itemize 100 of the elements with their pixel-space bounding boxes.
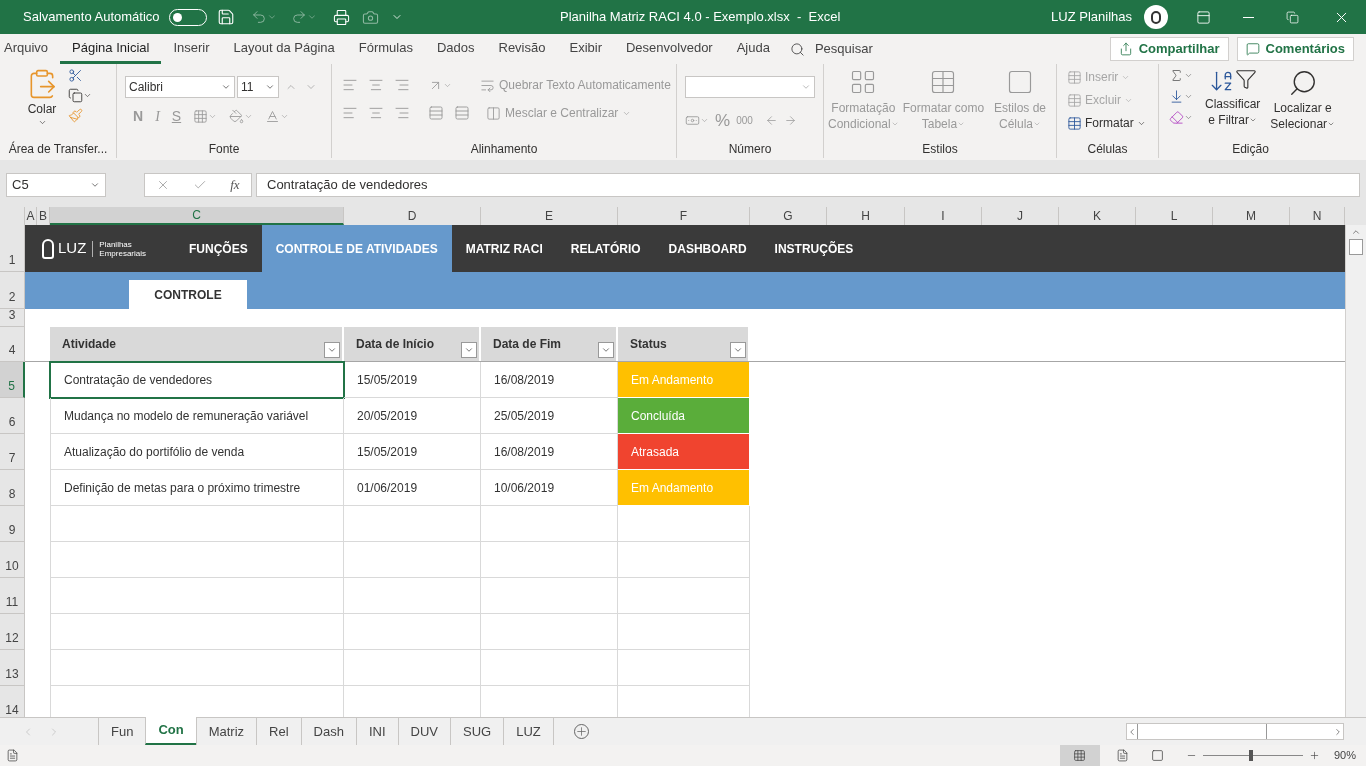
clear-button[interactable] bbox=[1169, 110, 1193, 125]
menu-tab[interactable]: Revisão bbox=[486, 34, 558, 64]
share-button[interactable]: Compartilhar bbox=[1109, 37, 1229, 61]
row-header[interactable]: 6 bbox=[0, 398, 25, 434]
row-header[interactable]: 8 bbox=[0, 470, 25, 506]
menu-tab[interactable]: Página Inicial bbox=[60, 34, 162, 64]
row-header[interactable]: 4 bbox=[0, 327, 25, 362]
increase-decimal-button[interactable] bbox=[764, 114, 778, 128]
filter-button[interactable] bbox=[730, 342, 746, 358]
comments-button[interactable]: Comentários bbox=[1236, 37, 1354, 61]
column-header[interactable]: C bbox=[50, 207, 344, 225]
nav-tab[interactable]: DASHBOARD bbox=[654, 225, 761, 272]
menu-tab[interactable]: Desenvolvedor bbox=[614, 34, 725, 64]
caret-icon bbox=[1249, 116, 1257, 124]
menu-tab[interactable]: Arquivo bbox=[0, 34, 61, 64]
zoom-in-button[interactable] bbox=[1308, 750, 1320, 761]
zoom-slider-track[interactable] bbox=[1202, 750, 1303, 761]
decrease-indent-button[interactable] bbox=[428, 105, 444, 121]
sheet-tab[interactable]: Con bbox=[145, 717, 196, 745]
sub-tab[interactable]: CONTROLE bbox=[129, 280, 247, 309]
copy-button[interactable] bbox=[68, 88, 92, 103]
row-header[interactable]: 5 bbox=[0, 362, 25, 398]
nav-tab[interactable]: INSTRUÇÕES bbox=[760, 225, 868, 272]
logo-text: LUZ bbox=[58, 238, 87, 259]
fill-color-button[interactable] bbox=[229, 109, 254, 124]
fill-button[interactable] bbox=[1169, 89, 1193, 104]
scrollbar-thumb[interactable] bbox=[1349, 239, 1363, 255]
row-header[interactable]: 1 bbox=[0, 225, 25, 272]
scrollbar-thumb[interactable] bbox=[1137, 724, 1267, 739]
insert-function-button[interactable]: fx bbox=[230, 174, 240, 195]
nav-tab[interactable]: RELATÓRIO bbox=[556, 225, 655, 272]
table-icon bbox=[1067, 92, 1082, 108]
menu-tab[interactable]: Ajuda bbox=[724, 34, 782, 64]
share-icon bbox=[1118, 42, 1133, 56]
menu-tab[interactable]: Layout da Página bbox=[221, 34, 347, 64]
vertical-scrollbar[interactable] bbox=[1345, 225, 1366, 717]
restore-button[interactable] bbox=[1284, 8, 1301, 26]
group-label: Alinhamento bbox=[470, 141, 538, 158]
borders-icon bbox=[193, 109, 209, 124]
caret-icon bbox=[801, 82, 811, 92]
search-button[interactable]: Pesquisar bbox=[789, 34, 873, 64]
macro-icon bbox=[6, 749, 19, 762]
cells-button[interactable]: Formatar bbox=[1067, 114, 1146, 132]
formula-input[interactable]: Contratação de vendedores bbox=[256, 172, 1360, 197]
row-header[interactable]: 14 bbox=[0, 686, 25, 717]
nav-tab[interactable]: FUNÇÕES bbox=[175, 225, 262, 272]
caret-icon bbox=[280, 112, 290, 121]
normal-view-button[interactable] bbox=[1059, 745, 1100, 766]
row-header[interactable]: 7 bbox=[0, 434, 25, 470]
row-header[interactable]: 11 bbox=[0, 578, 25, 614]
menu-tab[interactable]: Inserir bbox=[161, 34, 222, 64]
decrease-decimal-button[interactable] bbox=[783, 114, 797, 128]
search-icon bbox=[789, 41, 805, 57]
autosum-button[interactable] bbox=[1169, 68, 1193, 83]
avatar-icon bbox=[1144, 5, 1168, 29]
filter-button[interactable] bbox=[461, 342, 477, 358]
row-header[interactable]: 10 bbox=[0, 542, 25, 578]
row-header[interactable]: 9 bbox=[0, 506, 25, 542]
page-break-button[interactable] bbox=[1150, 749, 1164, 762]
filter-button[interactable] bbox=[324, 342, 340, 358]
caret-icon bbox=[1033, 120, 1042, 128]
font-name-dropdown[interactable]: Calibri bbox=[125, 76, 235, 98]
table-cell: 15/05/2019 bbox=[344, 362, 481, 398]
caret-icon bbox=[1327, 120, 1336, 128]
row-header[interactable]: 12 bbox=[0, 614, 25, 650]
align-top-button[interactable] bbox=[342, 77, 358, 93]
increase-indent-button[interactable] bbox=[454, 105, 470, 121]
sort-filter-button[interactable]: Classificar e Filtrar bbox=[1205, 68, 1261, 128]
align-bottom-icon bbox=[394, 77, 410, 93]
filter-button[interactable] bbox=[598, 342, 614, 358]
arrow-left-icon bbox=[764, 114, 778, 128]
align-middle-button[interactable] bbox=[368, 77, 384, 93]
caret-icon bbox=[464, 345, 474, 355]
name-box[interactable]: C5 bbox=[6, 172, 106, 197]
font-size-dropdown[interactable]: 11 bbox=[237, 76, 279, 98]
indent-icon bbox=[454, 105, 470, 121]
row-header[interactable]: 3 bbox=[0, 309, 25, 327]
status-cell: Atrasada bbox=[618, 434, 750, 470]
align-right-button[interactable] bbox=[394, 105, 410, 121]
align-top-icon bbox=[342, 77, 358, 93]
row-header[interactable]: 13 bbox=[0, 650, 25, 686]
menu-tab[interactable]: Dados bbox=[424, 34, 487, 64]
horizontal-scrollbar[interactable] bbox=[1126, 723, 1344, 740]
align-bottom-button[interactable] bbox=[394, 77, 410, 93]
find-select-button[interactable]: Localizar e Selecionar bbox=[1270, 68, 1336, 132]
logo-subtitle: Planilhas bbox=[99, 239, 133, 249]
row-header[interactable]: 2 bbox=[0, 272, 25, 309]
align-center-button[interactable] bbox=[368, 105, 384, 121]
menu-tab[interactable]: Exibir bbox=[557, 34, 614, 64]
menu-tab[interactable]: Fórmulas bbox=[346, 34, 425, 64]
paste-button[interactable]: Colar bbox=[22, 68, 62, 127]
number-format-dropdown[interactable] bbox=[685, 76, 815, 98]
nav-tab[interactable]: MATRIZ RACI bbox=[451, 225, 557, 272]
borders-button[interactable] bbox=[193, 109, 218, 124]
autosave-label: Salvamento Automático bbox=[23, 8, 160, 27]
font-color-button[interactable] bbox=[265, 109, 290, 124]
caret-icon bbox=[1184, 71, 1193, 80]
align-left-button[interactable] bbox=[342, 105, 358, 121]
page-layout-button[interactable] bbox=[1115, 749, 1129, 762]
zoom-slider-thumb[interactable] bbox=[1248, 750, 1253, 761]
